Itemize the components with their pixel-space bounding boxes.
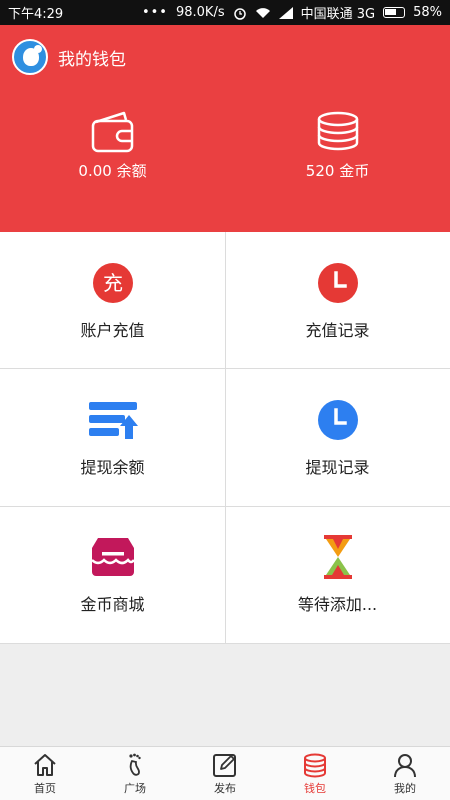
balance-label: 0.00 余额 [78, 162, 147, 180]
clock-icon [317, 399, 358, 440]
wifi-icon [255, 7, 270, 18]
status-time: 下午4:29 [8, 7, 64, 22]
coins-stat[interactable]: 520 金币 [225, 110, 450, 181]
hourglass-icon [323, 534, 352, 579]
tab-label: 钱包 [304, 781, 326, 795]
menu-withdraw[interactable]: 提现余额 [0, 369, 225, 506]
menu-label: 等待添加... [297, 594, 378, 614]
menu-label: 账户充值 [80, 320, 145, 340]
user-icon [394, 753, 416, 777]
grid-divider [225, 232, 226, 644]
tab-label: 我的 [394, 781, 416, 795]
network-speed: 98.0K/s [175, 5, 225, 20]
page-title: 我的钱包 [58, 49, 126, 70]
edit-icon [213, 753, 236, 777]
clock-icon [317, 262, 358, 303]
grid-divider [0, 506, 450, 507]
carrier-text: 中国联通 3G [300, 7, 376, 22]
status-indicators: ••• 98.0K/s 中国联通 3G 58% [142, 3, 442, 22]
menu-recharge[interactable]: 充 账户充值 [0, 232, 225, 369]
tab-home[interactable]: 首页 [0, 747, 90, 800]
balance-stat[interactable]: 0.00 余额 [0, 110, 225, 181]
signal-icon [278, 6, 293, 19]
menu-label: 提现余额 [80, 457, 145, 477]
avatar[interactable] [12, 39, 48, 75]
recharge-icon: 充 [92, 262, 133, 303]
menu-label: 金币商城 [80, 594, 145, 614]
tab-wallet[interactable]: 钱包 [270, 747, 360, 800]
coins-icon [304, 753, 326, 777]
title-row: 我的钱包 [12, 39, 126, 75]
battery-percent: 58% [413, 5, 442, 20]
tab-publish[interactable]: 发布 [180, 747, 270, 800]
menu-label: 提现记录 [305, 457, 370, 477]
withdraw-icon [88, 401, 138, 439]
menu-coming-soon[interactable]: 等待添加... [225, 506, 450, 643]
bottom-tab-bar: 首页 广场 发布 钱包 我的 [0, 746, 450, 800]
wallet-header: 我的钱包 0.00 余额 520 金币 [0, 25, 450, 232]
status-bar: 下午4:29 ••• 98.0K/s 中国联通 3G 58% [0, 0, 450, 25]
grid-divider [0, 368, 450, 369]
tab-square[interactable]: 广场 [90, 747, 180, 800]
coins-label: 520 金币 [305, 162, 370, 180]
coins-stack-icon [317, 111, 358, 151]
grid-divider [0, 643, 450, 644]
menu-coin-store[interactable]: 金币商城 [0, 506, 225, 643]
store-icon [90, 537, 135, 576]
battery-icon [383, 7, 406, 18]
tab-label: 发布 [214, 781, 236, 795]
home-icon [34, 753, 56, 776]
tab-label: 首页 [34, 781, 56, 795]
tab-label: 广场 [124, 781, 146, 795]
menu-label: 充值记录 [305, 320, 370, 340]
svg-text:充: 充 [103, 271, 123, 295]
alarm-icon [233, 7, 246, 20]
menu-recharge-history[interactable]: 充值记录 [225, 232, 450, 369]
menu-withdraw-history[interactable]: 提现记录 [225, 369, 450, 506]
footprint-icon [129, 753, 141, 776]
wallet-icon [91, 111, 133, 153]
more-dots-icon: ••• [141, 5, 168, 20]
tab-mine[interactable]: 我的 [360, 747, 450, 800]
